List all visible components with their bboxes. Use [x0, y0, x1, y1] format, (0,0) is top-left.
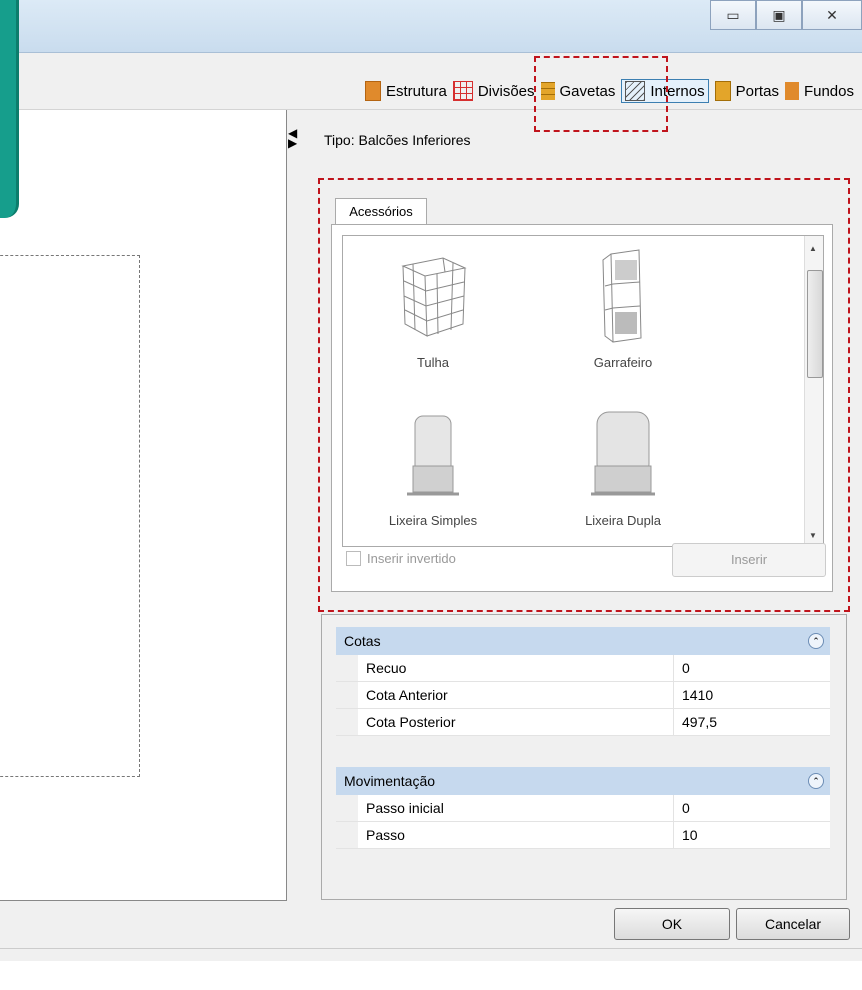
- property-value[interactable]: 0: [674, 655, 830, 681]
- minimize-button[interactable]: ▭: [710, 0, 756, 30]
- maximize-button[interactable]: ▣: [756, 0, 802, 30]
- collapse-icon[interactable]: ⌃: [808, 633, 824, 649]
- property-row[interactable]: Recuo 0: [336, 655, 830, 682]
- tool-label: Portas: [735, 82, 779, 100]
- collapse-arrows-icon[interactable]: ◀ ▶: [288, 127, 297, 149]
- property-row[interactable]: Passo inicial 0: [336, 795, 830, 822]
- tool-divisoes[interactable]: Divisões: [452, 81, 535, 101]
- close-button[interactable]: ✕: [802, 0, 862, 30]
- ok-button[interactable]: OK: [614, 908, 730, 940]
- property-value[interactable]: 10: [674, 822, 830, 848]
- category-title: Cotas: [344, 633, 381, 649]
- property-row[interactable]: Passo 10: [336, 822, 830, 849]
- estrutura-icon: [364, 81, 381, 101]
- toolbar: Estrutura Divisões Gavetas Internos Port…: [0, 53, 862, 110]
- property-value[interactable]: 0: [674, 795, 830, 821]
- tool-label: Fundos: [803, 82, 854, 100]
- property-name: Passo: [358, 822, 674, 848]
- property-name: Recuo: [358, 655, 674, 681]
- status-bar: [0, 948, 862, 961]
- window-controls: ▭ ▣ ✕: [710, 0, 862, 34]
- tool-portas[interactable]: Portas: [714, 81, 779, 101]
- highlight-internos: [534, 56, 668, 132]
- grid-icon: [452, 81, 473, 101]
- back-panel-icon: [784, 82, 799, 100]
- property-row[interactable]: Cota Posterior 497,5: [336, 709, 830, 736]
- category-movimentacao[interactable]: Movimentação ⌃: [336, 767, 830, 795]
- cancel-button[interactable]: Cancelar: [736, 908, 850, 940]
- highlight-accessories: [318, 178, 850, 612]
- tool-label: Divisões: [477, 82, 535, 100]
- preview-canvas[interactable]: [0, 110, 287, 901]
- tool-estrutura[interactable]: Estrutura: [364, 81, 447, 101]
- collapse-icon[interactable]: ⌃: [808, 773, 824, 789]
- title-bar: ▭ ▣ ✕: [0, 0, 862, 53]
- property-grid: Cotas ⌃ Recuo 0 Cota Anterior 1410 Cota Pos…: [321, 614, 847, 900]
- tool-fundos[interactable]: Fundos: [784, 82, 854, 100]
- tool-label: Estrutura: [385, 82, 447, 100]
- property-name: Cota Posterior: [358, 709, 674, 735]
- cabinet-outline: [0, 255, 140, 777]
- door-icon: [714, 81, 731, 101]
- property-row[interactable]: Cota Anterior 1410: [336, 682, 830, 709]
- property-name: Passo inicial: [358, 795, 674, 821]
- category-cotas[interactable]: Cotas ⌃: [336, 627, 830, 655]
- teal-tab-decoration: [0, 0, 19, 218]
- tipo-label: Tipo: Balcões Inferiores: [324, 132, 471, 148]
- property-value[interactable]: 497,5: [674, 709, 830, 735]
- property-value[interactable]: 1410: [674, 682, 830, 708]
- category-title: Movimentação: [344, 773, 436, 789]
- property-name: Cota Anterior: [358, 682, 674, 708]
